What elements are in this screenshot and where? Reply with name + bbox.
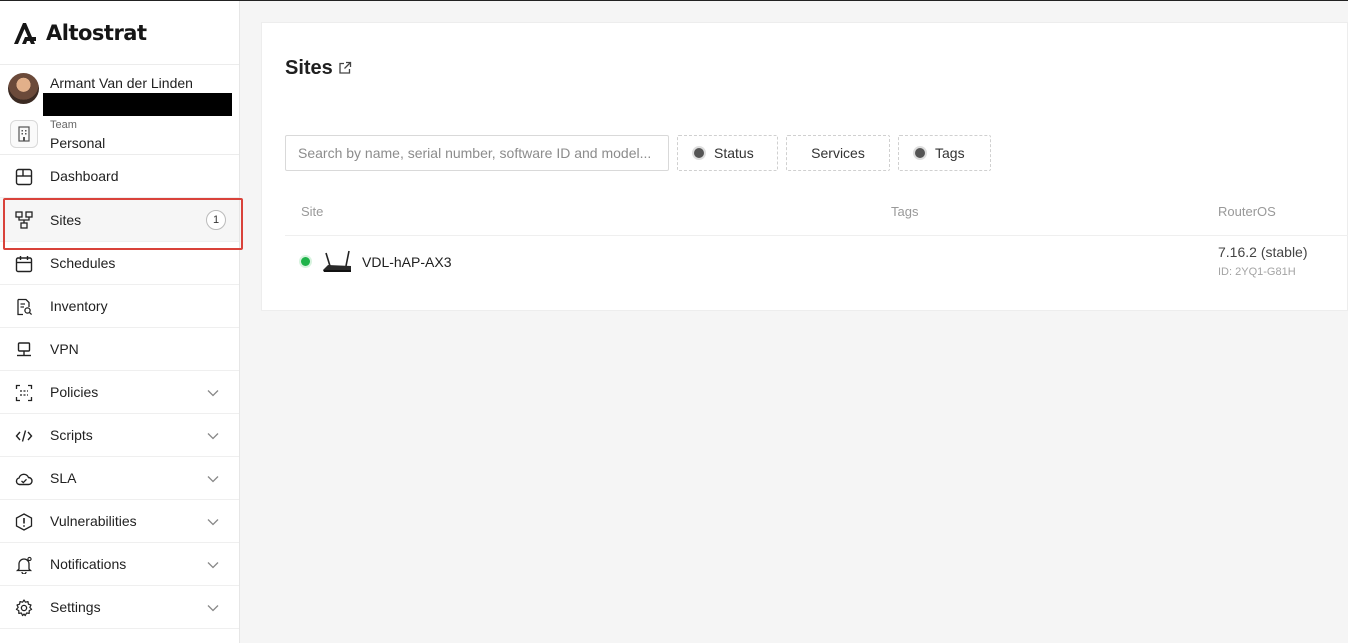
sidebar-item-schedules[interactable]: Schedules	[0, 242, 239, 285]
filter-label: Tags	[935, 145, 965, 161]
site-name-link[interactable]: VDL-hAP-AX3	[362, 254, 451, 270]
logo[interactable]: Altostrat	[0, 1, 239, 65]
filter-label: Services	[811, 145, 865, 161]
chevron-down-icon	[207, 433, 219, 440]
dashboard-icon	[15, 168, 33, 186]
sidebar-item-label: Schedules	[50, 255, 116, 271]
online-status-icon	[301, 257, 310, 266]
sidebar-item-scripts[interactable]: Scripts	[0, 414, 239, 457]
policies-icon	[15, 384, 33, 402]
avatar	[8, 73, 39, 104]
bell-icon	[15, 556, 33, 574]
sidebar-item-notifications[interactable]: Notifications	[0, 543, 239, 586]
sidebar-item-label: VPN	[50, 341, 79, 357]
sidebar-item-settings[interactable]: Settings	[0, 586, 239, 629]
filter-label: Status	[714, 145, 754, 161]
sidebar-item-vulnerabilities[interactable]: Vulnerabilities	[0, 500, 239, 543]
status-filter-dot-icon	[694, 148, 704, 158]
sidebar-item-dashboard[interactable]: Dashboard	[0, 155, 239, 198]
chevron-down-icon	[207, 519, 219, 526]
gear-icon	[15, 599, 33, 617]
routeros-version: 7.16.2 (stable)	[1218, 244, 1308, 260]
sidebar-item-label: Policies	[50, 384, 99, 400]
sidebar-item-label: Dashboard	[50, 168, 119, 184]
page-title: Sites	[285, 57, 333, 79]
chevron-down-icon	[207, 390, 219, 397]
sidebar-item-sla[interactable]: SLA	[0, 457, 239, 500]
team-value: Personal	[50, 135, 106, 151]
vpn-icon	[17, 342, 31, 357]
sidebar-item-label: Vulnerabilities	[50, 513, 137, 529]
sidebar-item-label: Notifications	[50, 556, 127, 572]
sidebar-item-label: Scripts	[50, 427, 93, 443]
sidebar-item-inventory[interactable]: Inventory	[0, 285, 239, 328]
software-id: ID: 2YQ1-G81H	[1218, 266, 1296, 278]
sidebar-item-label: Sites	[50, 211, 82, 228]
sidebar-item-label: SLA	[50, 470, 77, 486]
router-icon	[323, 250, 351, 272]
column-header-tags[interactable]: Tags	[891, 204, 918, 219]
account-switcher[interactable]: Armant Van der Linden Team Personal	[0, 65, 239, 155]
altostrat-logo-icon	[14, 22, 36, 44]
search-input[interactable]	[285, 135, 669, 171]
sidebar-item-label: Inventory	[50, 298, 108, 314]
chevron-down-icon	[207, 476, 219, 483]
calendar-icon	[15, 256, 33, 273]
external-link-icon[interactable]	[338, 61, 352, 75]
sidebar-item-sites[interactable]: Sites 1	[0, 198, 243, 250]
user-name: Armant Van der Linden	[50, 75, 193, 91]
column-header-routeros[interactable]: RouterOS	[1218, 204, 1276, 219]
cloud-icon	[15, 473, 33, 486]
count-badge: 1	[206, 210, 226, 230]
team-building-icon	[10, 120, 38, 148]
services-filter-button[interactable]: Services	[786, 135, 890, 171]
sidebar: Altostrat Armant Van der Linden Team Per…	[0, 1, 243, 643]
table-row[interactable]: VDL-hAP-AX3 7.16.2 (stable) ID: 2YQ1-G81…	[285, 236, 1348, 288]
tags-filter-dot-icon	[915, 148, 925, 158]
alert-icon	[15, 513, 33, 531]
tags-filter-button[interactable]: Tags	[898, 135, 991, 171]
team-label: Team	[50, 119, 77, 131]
app-name: Altostrat	[46, 20, 147, 45]
sidebar-item-label: Settings	[50, 599, 101, 615]
sidebar-nav: Dashboard Sites 1 Schedules Inventory VP…	[0, 155, 243, 629]
redacted-email	[43, 93, 232, 116]
sidebar-item-vpn[interactable]: VPN	[0, 328, 239, 371]
sidebar-item-policies[interactable]: Policies	[0, 371, 239, 414]
status-filter-button[interactable]: Status	[677, 135, 778, 171]
chevron-down-icon	[207, 605, 219, 612]
sites-panel: Sites Status Services Tags Site Tags Rou…	[261, 22, 1348, 311]
sites-icon	[15, 211, 33, 229]
inventory-icon	[17, 298, 33, 316]
column-header-site[interactable]: Site	[301, 204, 323, 219]
code-icon	[15, 430, 33, 442]
chevron-down-icon	[207, 562, 219, 569]
